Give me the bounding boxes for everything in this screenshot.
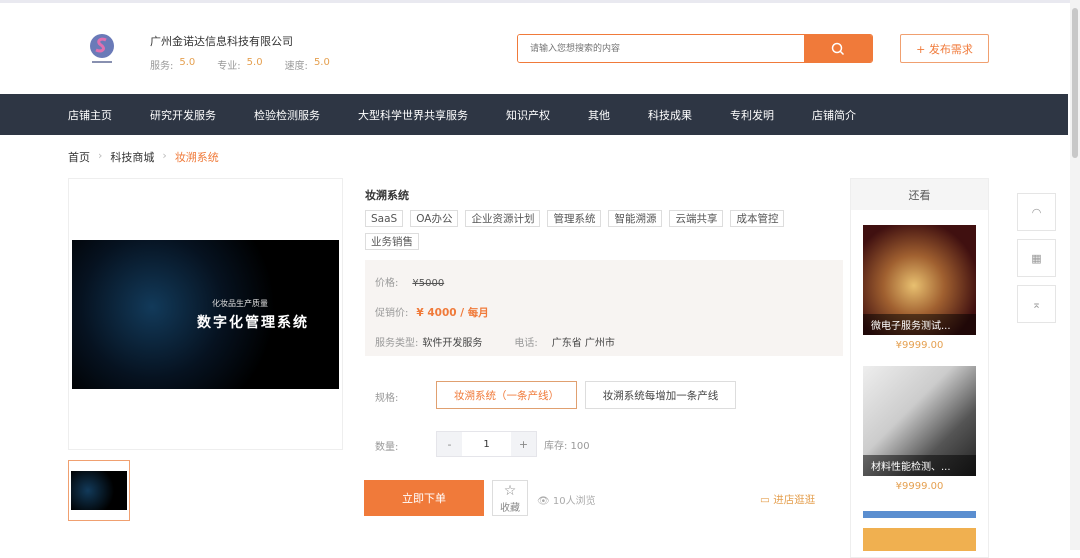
nav-item[interactable]: 科技成果 [648,107,692,123]
view-count-text: 10人浏览 [552,496,596,507]
chevron-right-icon: › [162,149,167,162]
search-input[interactable] [518,35,804,62]
image-title: 数字化管理系统 [197,315,309,331]
search-icon [831,42,845,55]
product-picture: 化妆品生产质量数字化管理系统 [72,240,339,389]
tag-list: SaaS OA办公 企业资源计划 管理系统 智能溯源 云端共享 成本管控业务销售 [365,210,805,250]
eye-icon: 👁︎ [537,496,553,507]
nav-item[interactable]: 大型科学世界共享服务 [358,107,468,123]
nav-item[interactable]: 店铺简介 [812,107,856,123]
nav-item[interactable]: 研究开发服务 [150,107,216,123]
headset-icon: ◠ [1031,205,1042,219]
visit-shop-label: 进店逛逛 [773,494,816,506]
star-icon: ☆ [503,482,517,499]
spec-option-selected[interactable]: 妆溯系统（一条产线） [436,381,577,409]
favorite-label: 收藏 [500,502,520,514]
recommend-card[interactable] [863,506,976,551]
nav-item[interactable]: 其他 [588,107,610,123]
rating-value: 5.0 [246,57,263,68]
nav-item[interactable]: 检验检测服务 [254,107,320,123]
tag: OA办公 [410,210,459,227]
phone-label: 电话: [514,338,538,349]
spec-option[interactable]: 妆溯系统每增加一条产线 [585,381,736,409]
increment-button[interactable]: + [511,432,536,456]
qrcode-button[interactable]: ▦ [1017,239,1056,277]
quantity-stepper: - 1 + [436,431,537,457]
recommend-card[interactable]: 材料性能检测、... ¥9999.00 [863,366,976,492]
service-type: 软件开发服务 [422,338,483,349]
card-price: ¥9999.00 [895,340,944,351]
nav-item[interactable]: 专利发明 [730,107,774,123]
nav-item[interactable]: 知识产权 [506,107,550,123]
card-image: 材料性能检测、... [863,366,976,476]
stock: 库存: 100 [544,441,590,452]
rating-value: 5.0 [179,57,196,68]
qrcode-icon: ▦ [1031,251,1042,265]
tag: 管理系统 [547,210,602,227]
breadcrumb-home[interactable]: 首页 [68,149,90,165]
top-border [0,0,1080,3]
ratings: 服务: 5.0 专业: 5.0 速度: 5.0 [150,57,346,72]
also-viewed-title: 还看 [851,179,988,210]
customer-service-button[interactable]: ◠ [1017,193,1056,231]
shop-icon: ▭ [760,494,774,506]
tag: 成本管控 [730,210,785,227]
company-logo [90,34,114,63]
breadcrumb: 首页 › 科技商城 › 妆溯系统 [68,149,219,165]
favorite-button[interactable]: ☆ 收藏 [492,480,528,516]
view-count: 👁︎ 10人浏览 [537,492,596,507]
price-box: 价格: ¥5000 促销价: ¥ 4000 / 每月 服务类型: 软件开发服务 电话: 广… [365,260,843,356]
promo-label: 促销价: [375,308,409,319]
rating-label: 速度: [284,61,308,72]
recommend-card[interactable]: 微电子服务测试... ¥9999.00 [863,225,976,351]
main-nav: 店铺主页 研究开发服务 检验检测服务 大型科学世界共享服务 知识产权 其他 科技成果 专利发明… [0,94,1068,135]
tag: 智能溯源 [608,210,663,227]
product-image: 化妆品生产质量数字化管理系统 [68,178,343,450]
tag: 业务销售 [365,233,419,250]
chevron-right-icon: › [98,149,103,162]
phone-value: 广东省 广州市 [551,338,615,349]
decrement-button[interactable]: - [437,432,462,456]
quantity-input[interactable]: 1 [462,432,511,456]
tag: 企业资源计划 [465,210,541,227]
search-bar [517,34,873,63]
scrollbar-thumb[interactable] [1072,8,1078,158]
visit-shop-link[interactable]: ▭ 进店逛逛 [760,492,815,507]
search-button[interactable] [804,35,872,62]
qty-label: 数量: [375,442,399,453]
back-to-top-button[interactable]: ⌅ [1017,285,1056,323]
breadcrumb-mall[interactable]: 科技商城 [110,149,154,165]
price-label: 价格: [375,278,399,289]
promo-price: ¥ 4000 / 每月 [416,307,489,319]
tag: 云端共享 [669,210,724,227]
card-image: 微电子服务测试... [863,225,976,335]
tag: SaaS [365,210,404,227]
service-type-label: 服务类型: [375,338,419,349]
product-title: 妆溯系统 [365,189,409,202]
nav-item[interactable]: 店铺主页 [68,107,112,123]
breadcrumb-current: 妆溯系统 [174,151,219,164]
product-thumbnail[interactable] [68,460,130,521]
company-name: 广州金诺达信息科技有限公司 [150,35,293,48]
card-title: 微电子服务测试... [863,314,976,335]
original-price: ¥5000 [412,278,445,289]
image-caption: 化妆品生产质量 [212,299,268,308]
card-title: 材料性能检测、... [863,455,976,476]
rating-label: 服务: [150,61,174,72]
card-price: ¥9999.00 [895,481,944,492]
publish-request-button[interactable]: + 发布需求 [900,34,989,63]
back-to-top-icon: ⌅ [1031,297,1042,311]
rating-label: 专业: [217,61,241,72]
spec-label: 规格: [375,393,399,404]
buy-now-button[interactable]: 立即下单 [364,480,484,516]
rating-value: 5.0 [313,57,330,68]
also-viewed-panel: 还看 微电子服务测试... ¥9999.00 材料性能检测、... ¥9999.00 [850,178,989,558]
scrollbar[interactable] [1070,0,1080,550]
